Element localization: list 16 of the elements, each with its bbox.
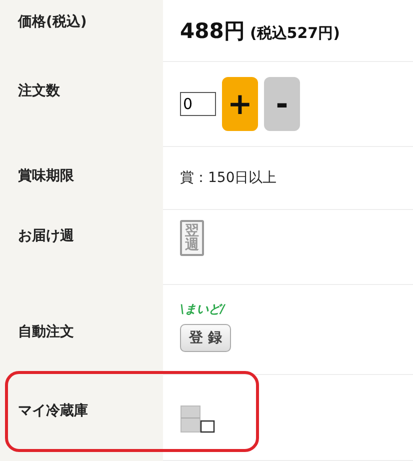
minus-button[interactable]: - bbox=[264, 77, 300, 131]
expiry-text: 賞：150日以上 bbox=[180, 169, 278, 187]
row-label: 賞味期限 bbox=[0, 147, 163, 210]
register-button[interactable]: 登 録 bbox=[180, 324, 231, 352]
row-label: お届け週 bbox=[0, 210, 163, 285]
caption: \まいど/ bbox=[180, 301, 226, 318]
row-label: 価格(税込) bbox=[0, 0, 163, 62]
quantity-field[interactable]: 0 bbox=[180, 92, 216, 116]
price: 488円 bbox=[180, 18, 245, 42]
row-label: 注文数 bbox=[0, 62, 163, 147]
tax-included-price: (税込527円) bbox=[250, 24, 340, 42]
next-week-badge: 翌週 bbox=[180, 220, 204, 256]
row-label: マイ冷蔵庫 bbox=[0, 375, 163, 461]
fridge-icon[interactable] bbox=[180, 405, 216, 433]
plus-button[interactable]: + bbox=[222, 77, 258, 131]
row-label: 自動注文 bbox=[0, 285, 163, 375]
